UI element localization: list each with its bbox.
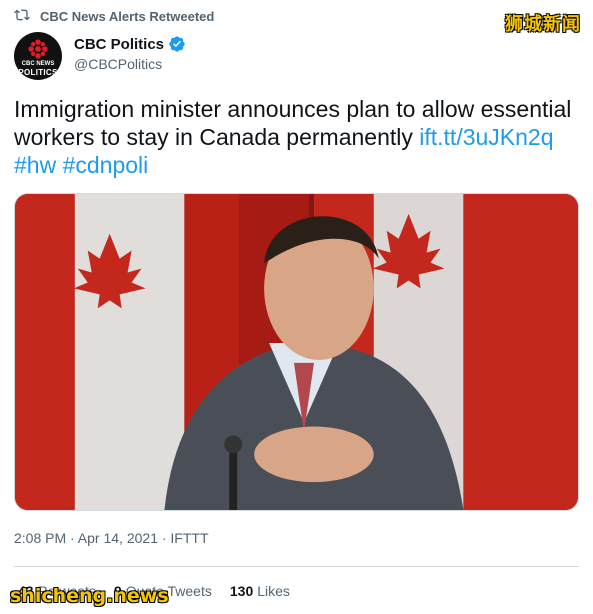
retweet-banner-text: CBC News Alerts Retweeted (40, 8, 215, 24)
tweet-photo[interactable] (14, 193, 579, 511)
tweet-author: CBC NEWS POLITICS CBC Politics @CBCPolit… (14, 32, 186, 80)
hashtag-cdnpoli[interactable]: #cdnpoli (63, 152, 149, 178)
hashtag-hw[interactable]: #hw (14, 152, 56, 178)
avatar[interactable]: CBC NEWS POLITICS (14, 32, 62, 80)
retweet-banner[interactable]: CBC News Alerts Retweeted (14, 6, 214, 26)
speaker-photo-icon (15, 194, 578, 510)
tweet-link[interactable]: ift.tt/3uJKn2q (419, 124, 553, 150)
avatar-label-bottom: POLITICS (18, 67, 58, 77)
verified-badge-icon (169, 36, 185, 52)
likes-stat[interactable]: 130 Likes (230, 583, 290, 599)
tweet-timestamp[interactable]: 2:08 PM · Apr 14, 2021 · IFTTT (14, 530, 209, 546)
author-display-name-text: CBC Politics (74, 35, 165, 53)
author-display-name[interactable]: CBC Politics (74, 35, 186, 53)
author-names: CBC Politics @CBCPolitics (74, 32, 186, 80)
stats-divider (14, 566, 579, 567)
likes-label: Likes (257, 583, 290, 599)
author-handle[interactable]: @CBCPolitics (74, 56, 186, 72)
avatar-label-top: CBC NEWS (21, 60, 55, 67)
cbc-gem-logo-icon (28, 38, 48, 59)
watermark-bottom: shicheng.news (10, 585, 169, 607)
tweet-body: Immigration minister announces plan to a… (14, 95, 584, 179)
retweet-icon (14, 7, 30, 26)
watermark-top: 狮城新闻 (505, 14, 581, 35)
likes-count: 130 (229, 583, 254, 599)
